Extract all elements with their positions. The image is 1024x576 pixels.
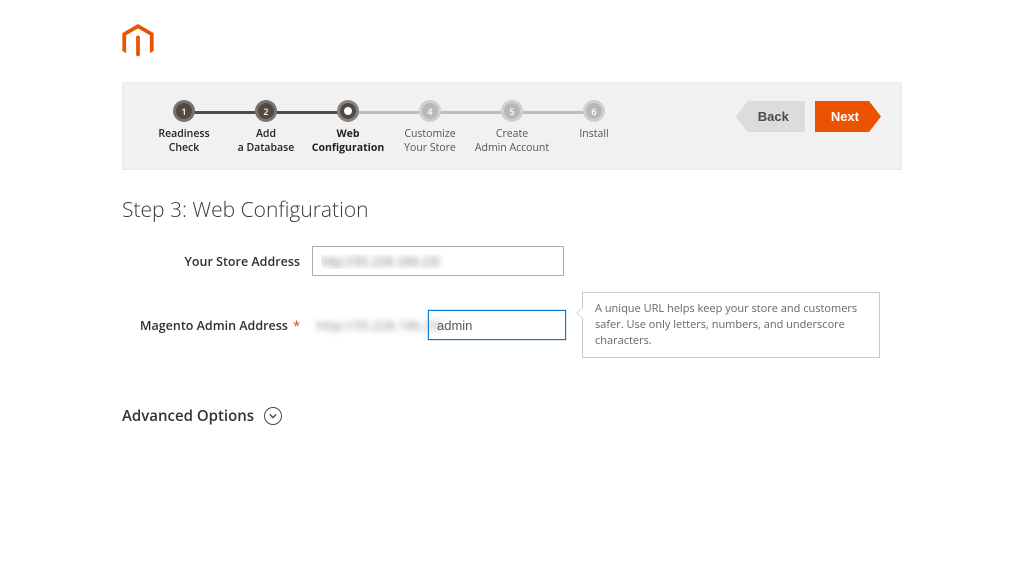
next-button[interactable]: Next (815, 101, 881, 132)
store-address-input[interactable] (312, 246, 564, 276)
advanced-options-toggle[interactable]: Advanced Options (122, 406, 902, 426)
admin-address-label: Magento Admin Address * (122, 317, 312, 334)
wizard-progress-bar: 1 ReadinessCheck 2 Adda Database WebConfigur… (122, 82, 902, 170)
magento-logo (122, 24, 902, 64)
store-address-label: Your Store Address (122, 253, 312, 270)
step-label: Install (579, 127, 608, 141)
step-label: WebConfiguration (312, 127, 384, 155)
wizard-step-1: 1 ReadinessCheck (143, 103, 225, 155)
step-dot-icon: 6 (586, 103, 602, 119)
store-address-row: Your Store Address (122, 246, 902, 276)
step-dot-icon: 2 (258, 103, 274, 119)
step-label: CreateAdmin Account (475, 127, 549, 155)
back-button[interactable]: Back (736, 101, 805, 132)
step-label: CustomizeYour Store (404, 127, 456, 155)
chevron-down-icon (264, 407, 282, 425)
step-label: ReadinessCheck (158, 127, 209, 155)
step-dot-icon: 4 (422, 103, 438, 119)
admin-address-row: Magento Admin Address * http://35.228.18… (122, 292, 902, 358)
admin-url-prefix: http://35.228.186.23/ (312, 316, 428, 334)
step-dot-icon: 1 (176, 103, 192, 119)
wizard-step-6: 6 Install (553, 103, 635, 141)
advanced-options-label: Advanced Options (122, 406, 254, 426)
admin-address-tooltip: A unique URL helps keep your store and c… (582, 292, 880, 358)
page-title: Step 3: Web Configuration (122, 196, 902, 224)
admin-path-input[interactable] (428, 310, 566, 340)
step-dot-icon: 5 (504, 103, 520, 119)
step-label: Adda Database (238, 127, 295, 155)
required-star-icon: * (293, 317, 300, 334)
step-dot-icon (340, 103, 356, 119)
